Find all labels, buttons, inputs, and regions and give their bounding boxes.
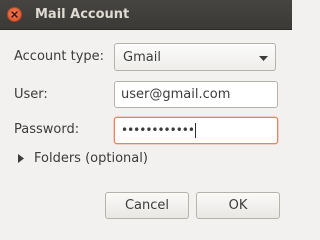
mail-account-dialog: Mail Account Account type: Gmail User: u… [0,0,292,231]
ok-button[interactable]: OK [196,192,280,219]
password-label: Password: [14,122,80,137]
chevron-down-icon [259,56,268,61]
user-value: user@gmail.com [121,87,231,102]
account-type-select[interactable]: Gmail [114,43,276,71]
password-value: •••••••••••• [121,123,195,137]
folders-label: Folders (optional) [34,151,148,166]
window-title: Mail Account [35,7,130,22]
account-type-value: Gmail [123,50,161,65]
close-icon [11,11,18,18]
expander-arrow-icon [18,154,24,163]
titlebar: Mail Account [0,0,292,30]
close-button[interactable] [7,7,22,22]
password-input[interactable]: •••••••••••• [114,117,278,144]
user-input[interactable]: user@gmail.com [114,81,278,108]
user-label: User: [14,87,48,102]
cancel-button[interactable]: Cancel [105,192,189,219]
account-type-label: Account type: [14,49,105,64]
text-caret [195,123,196,138]
